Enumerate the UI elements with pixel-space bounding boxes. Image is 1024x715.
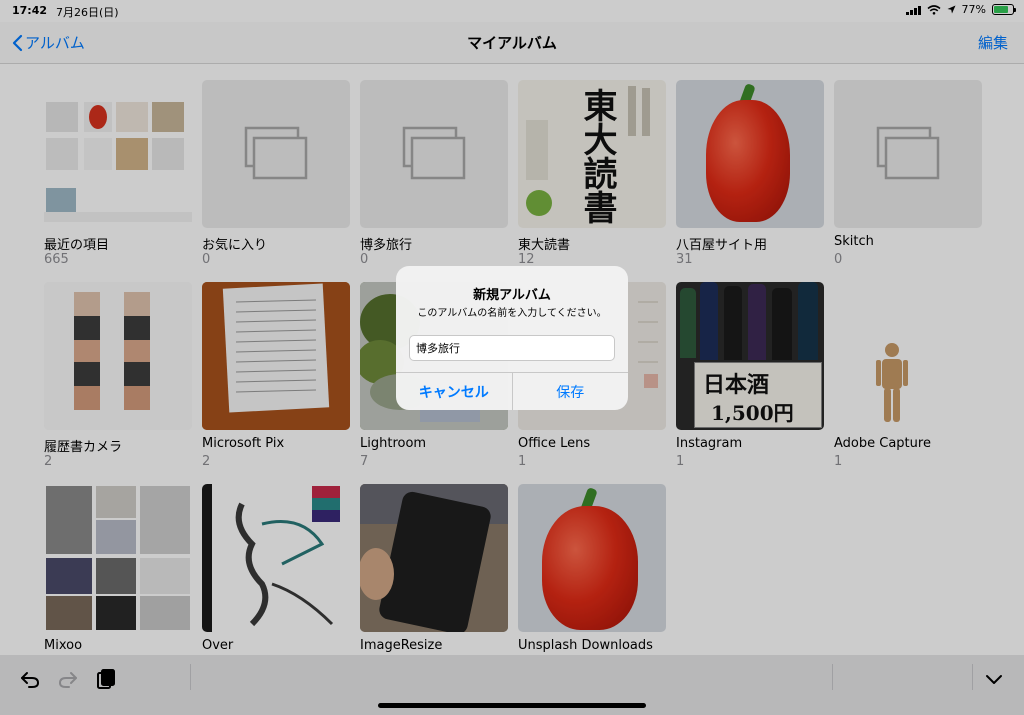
- home-indicator[interactable]: [378, 703, 646, 708]
- dialog-message: このアルバムの名前を入力してください。: [417, 308, 607, 319]
- cancel-button[interactable]: キャンセル: [396, 373, 513, 410]
- new-album-dialog: 新規アルバム このアルバムの名前を入力してください。 キャンセル 保存: [396, 266, 628, 410]
- album-name-input[interactable]: [409, 335, 615, 361]
- save-button[interactable]: 保存: [513, 373, 629, 410]
- dialog-button-row: キャンセル 保存: [396, 372, 628, 410]
- dialog-title: 新規アルバム: [473, 288, 551, 303]
